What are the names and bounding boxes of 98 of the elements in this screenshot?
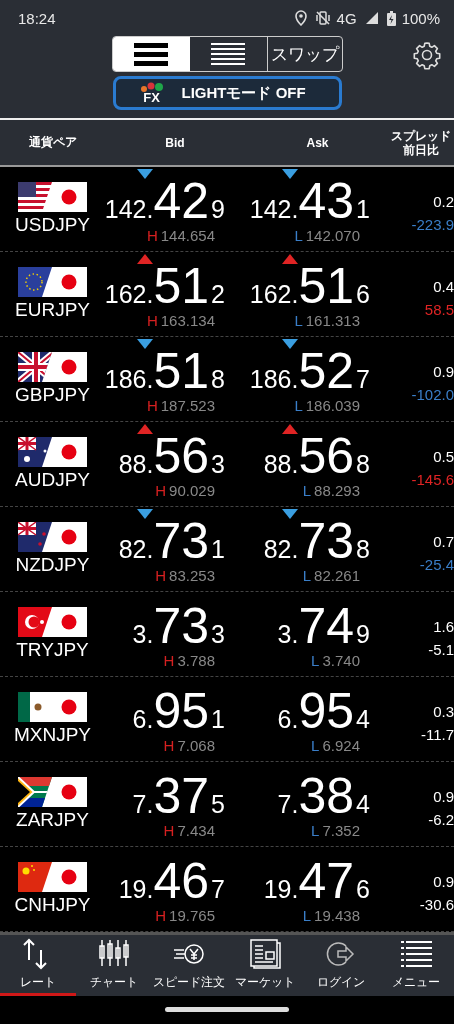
battery-percent: 100% bbox=[401, 9, 440, 27]
light-mode-button[interactable]: FX LIGHTモード OFF bbox=[112, 76, 342, 110]
low-price: L 186.039 bbox=[294, 396, 360, 414]
price-quote[interactable]: 3.733 bbox=[132, 599, 225, 652]
spread-value: 0.7 bbox=[433, 533, 454, 550]
network-label: 4G bbox=[336, 9, 357, 27]
spread-value: 0.9 bbox=[433, 873, 454, 890]
column-header: Bid bbox=[164, 135, 186, 150]
change-value: -11.7 bbox=[420, 726, 454, 743]
high-price: H 187.523 bbox=[146, 396, 215, 414]
flag-icon bbox=[18, 522, 87, 552]
clock-time: 18:24 bbox=[18, 9, 57, 27]
column-header: 通貨ペア bbox=[27, 134, 78, 151]
pair-name: EURJPY bbox=[15, 299, 90, 321]
price-quote[interactable]: 88.568 bbox=[263, 429, 370, 482]
pair-name: USDJPY bbox=[15, 214, 90, 236]
price-quote[interactable]: 82.73 1 bbox=[118, 514, 225, 567]
settings-icon[interactable] bbox=[412, 40, 442, 70]
price-quote[interactable]: 6.95 1 bbox=[132, 684, 225, 737]
column-header: スプレッド前日比 bbox=[390, 128, 452, 157]
nav-tab[interactable]: スピード注文 bbox=[151, 935, 227, 996]
price-quote[interactable]: 186.518 bbox=[104, 344, 225, 397]
change-value: -223.9 bbox=[411, 216, 454, 233]
thick-lines-icon bbox=[134, 42, 168, 66]
spread-value: 0.9 bbox=[433, 788, 454, 805]
flag-icon bbox=[18, 437, 87, 467]
high-price: H 7.068 bbox=[163, 736, 215, 754]
low-price: L 88.293 bbox=[302, 481, 360, 499]
change-value: -30.6 bbox=[419, 896, 454, 913]
spread-value: 0.3 bbox=[433, 703, 454, 720]
nav-tab[interactable]: チャート bbox=[75, 935, 152, 996]
price-quote[interactable]: 88.563 bbox=[118, 429, 225, 482]
price-quote[interactable]: 19.476 bbox=[263, 854, 370, 907]
flag-icon bbox=[18, 692, 87, 722]
view-toggle[interactable] bbox=[112, 37, 190, 71]
high-price: H 3.788 bbox=[163, 651, 215, 669]
price-quote[interactable]: 19.467 bbox=[118, 854, 225, 907]
flag-icon bbox=[18, 607, 87, 637]
price-quote[interactable]: 7.384 bbox=[277, 769, 370, 822]
vibrate-off-icon bbox=[314, 10, 331, 26]
high-price: H 83.253 bbox=[155, 566, 215, 584]
price-quote[interactable]: 162.516 bbox=[249, 259, 370, 312]
flag-icon bbox=[18, 862, 87, 892]
price-quote[interactable]: 82.738 bbox=[263, 514, 370, 567]
nav-tab[interactable]: マーケット bbox=[227, 935, 303, 996]
pair-name: MXNJPY bbox=[13, 724, 92, 746]
change-value: -25.4 bbox=[419, 556, 454, 573]
signal-icon bbox=[364, 11, 379, 25]
pair-name: CNHJPY bbox=[14, 894, 91, 916]
pair-name: GBPJPY bbox=[15, 384, 90, 406]
spread-value: 0.2 bbox=[433, 193, 454, 210]
high-price: H 90.029 bbox=[155, 481, 215, 499]
location-icon bbox=[294, 10, 307, 26]
pair-name: ZARJPY bbox=[16, 809, 89, 831]
price-quote[interactable]: 7.375 bbox=[132, 769, 225, 822]
price-quote[interactable]: 142.43 1 bbox=[249, 174, 370, 227]
price-quote[interactable]: 3.749 bbox=[277, 599, 370, 652]
nav-tab[interactable]: メニュー bbox=[378, 935, 454, 996]
low-price: L 6.924 bbox=[311, 736, 360, 754]
dots-icon bbox=[139, 82, 164, 92]
high-price: H 144.654 bbox=[146, 226, 215, 244]
high-price: H 19.765 bbox=[155, 906, 215, 924]
fx-label: FX bbox=[143, 92, 160, 104]
spread-value: 0.4 bbox=[433, 278, 454, 295]
newspaper-icon bbox=[247, 938, 282, 971]
pair-name: NZDJPY bbox=[15, 554, 90, 576]
spread-value: 0.5 bbox=[433, 448, 454, 465]
battery-icon bbox=[386, 10, 396, 26]
flag-icon bbox=[18, 182, 87, 212]
high-price: H 7.434 bbox=[163, 821, 215, 839]
change-value: -102.0 bbox=[411, 386, 454, 403]
change-value: -5.1 bbox=[428, 641, 454, 658]
low-price: L 142.070 bbox=[294, 226, 360, 244]
home-indicator[interactable] bbox=[165, 1007, 289, 1013]
light-mode-label: LIGHTモード OFF bbox=[181, 83, 306, 103]
price-quote[interactable]: 162.512 bbox=[104, 259, 225, 312]
price-quote[interactable]: 142.429 bbox=[104, 174, 225, 227]
thin-lines-icon bbox=[211, 42, 245, 66]
spread-value: 1.6 bbox=[433, 618, 454, 635]
low-price: L 161.313 bbox=[294, 311, 360, 329]
low-price: L 19.438 bbox=[302, 906, 360, 924]
price-quote[interactable]: 186.527 bbox=[249, 344, 370, 397]
column-header: Ask bbox=[305, 135, 330, 150]
flag-icon bbox=[18, 267, 87, 297]
spread-value: 0.9 bbox=[433, 363, 454, 380]
change-value: 58.5 bbox=[424, 301, 454, 318]
flag-icon bbox=[18, 777, 87, 807]
low-price: L 82.261 bbox=[302, 566, 360, 584]
price-quote[interactable]: 6.954 bbox=[277, 684, 370, 737]
low-price: L 3.740 bbox=[311, 651, 360, 669]
pair-name: TRYJPY bbox=[16, 639, 89, 661]
low-price: L 7.352 bbox=[311, 821, 360, 839]
nav-tab[interactable]: ログイン bbox=[302, 935, 379, 996]
flag-icon bbox=[18, 352, 87, 382]
change-value: -145.6 bbox=[411, 471, 454, 488]
high-price: H 163.134 bbox=[146, 311, 215, 329]
change-value: -6.2 bbox=[428, 811, 454, 828]
pair-name: AUDJPY bbox=[15, 469, 90, 491]
